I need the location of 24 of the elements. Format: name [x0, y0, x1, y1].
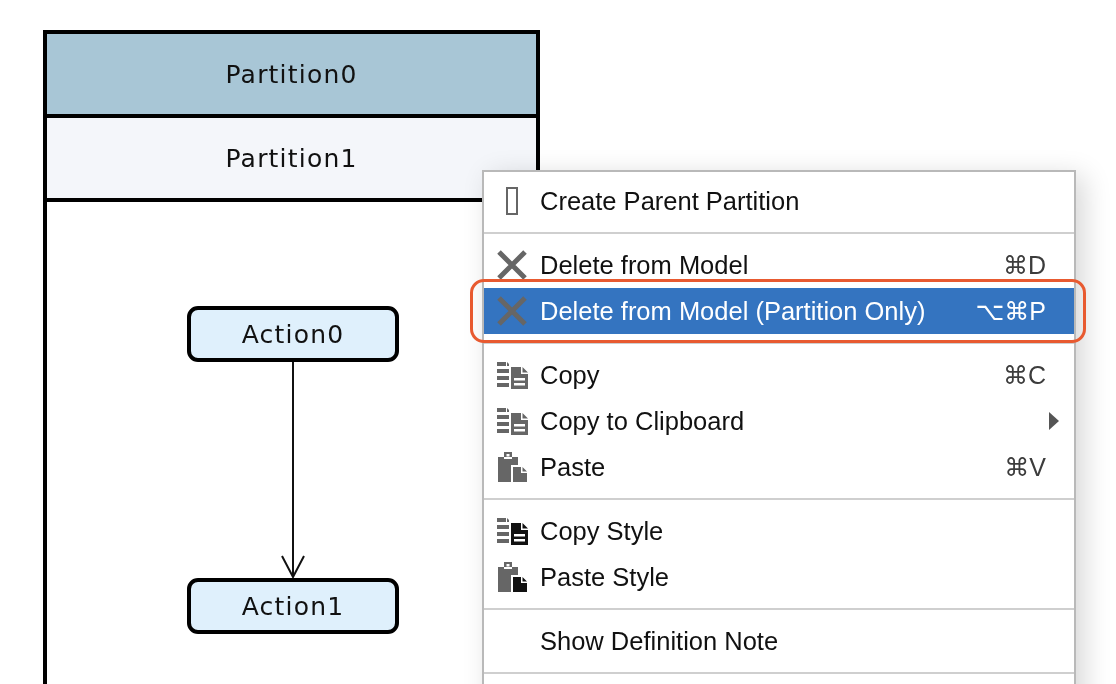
rectangle-icon: [506, 187, 518, 215]
menu-item[interactable]: Copy ⌘C: [484, 352, 1074, 398]
cross-icon: [497, 296, 527, 326]
keyboard-shortcut: ⌘V: [1004, 452, 1046, 482]
clipboard-icon: [497, 452, 527, 482]
keyboard-shortcut: ⌘D: [1002, 250, 1046, 280]
partition-header: Partition1: [47, 118, 536, 202]
keyboard-shortcut: ⌘C: [1002, 360, 1046, 390]
action-node: Action1: [187, 578, 399, 634]
menu-item[interactable]: Copy Style: [484, 508, 1074, 554]
partition-header: Partition0: [47, 34, 536, 118]
keyboard-shortcut: ⌥⌘P: [975, 296, 1046, 326]
menu-item[interactable]: Show Definition Note: [484, 618, 1074, 664]
menu-item[interactable]: Delete from Model (Partition Only) ⌥⌘P: [484, 288, 1074, 334]
documents-icon: [496, 407, 528, 435]
menu-item[interactable]: Paste Style: [484, 554, 1074, 600]
menu-item[interactable]: Paste ⌘V: [484, 444, 1074, 490]
documents-icon: [496, 361, 528, 389]
documents-icon: [496, 517, 528, 545]
menu-item[interactable]: Copy to Clipboard: [484, 398, 1074, 444]
clipboard-icon: [497, 562, 527, 592]
action-node: Action0: [187, 306, 399, 362]
cross-icon: [497, 250, 527, 280]
menu-item[interactable]: Delete from Model ⌘D: [484, 242, 1074, 288]
